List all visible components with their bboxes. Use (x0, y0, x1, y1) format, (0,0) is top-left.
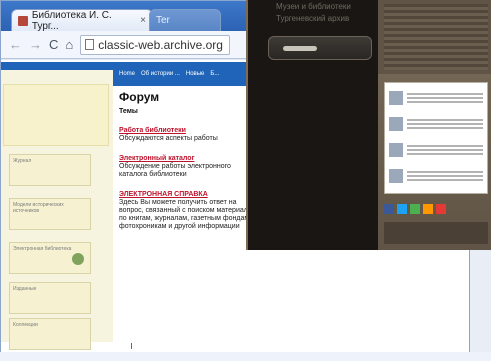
overlay-left: Музеи и библиотеки Тургеневский архив (248, 0, 378, 250)
social-lines (407, 93, 483, 103)
nav-item-1[interactable]: Об истории ... (141, 71, 180, 77)
bottom-strip (0, 352, 491, 361)
tab-inactive[interactable]: Ter (149, 9, 221, 31)
share-icons (384, 204, 446, 214)
nav-item-2[interactable]: Новые (186, 71, 205, 77)
topic-link[interactable]: Работа библиотеки (119, 127, 259, 135)
left-box-3[interactable]: Электронная библиотека (9, 242, 91, 274)
favicon-icon (18, 15, 28, 26)
tab-active-title: Библиотека И. С. Тург... (31, 9, 112, 32)
forum-topic: ЭЛЕКТРОННАЯ СПРАВКА Здесь Вы можете полу… (119, 191, 259, 231)
forum-subtitle: Темы (119, 108, 138, 115)
left-box-5[interactable]: Коллекции (9, 318, 91, 350)
desktop: Библиотека И. С. Тург... × Ter ← → C ⌂ c… (0, 0, 491, 361)
topic-desc: Обсуждение работы электронного каталога … (119, 163, 231, 178)
share-icon[interactable] (410, 204, 420, 214)
social-row[interactable] (389, 165, 483, 187)
social-lines (407, 145, 483, 155)
topic-desc: Обсуждаются аспекты работы (119, 135, 218, 142)
forum-title: Форум (119, 90, 160, 104)
forum-section: Форум Темы Работа библиотеки Обсуждаются… (119, 86, 259, 231)
topic-desc: Здесь Вы можете получить ответ на вопрос… (119, 199, 252, 230)
overlay-title-1: Музеи и библиотеки (276, 2, 351, 11)
divider (131, 343, 137, 349)
home-icon[interactable]: ⌂ (65, 37, 73, 52)
forward-icon[interactable]: → (29, 37, 42, 52)
left-box-2[interactable]: Модели исторических источников (9, 198, 91, 230)
tab-inactive-title: Ter (156, 15, 170, 26)
overlay-text-block (384, 4, 488, 70)
left-box-label: Журнал (13, 158, 32, 164)
avatar (389, 117, 403, 131)
left-box-label: Изданные (13, 286, 37, 292)
left-box-4[interactable]: Изданные (9, 282, 91, 314)
tab-active[interactable]: Библиотека И. С. Тург... × (11, 9, 153, 32)
social-widget (384, 82, 488, 194)
page-icon (85, 39, 95, 50)
social-row[interactable] (389, 87, 483, 109)
reload-icon[interactable]: C (49, 37, 58, 52)
left-box-1[interactable]: Журнал (9, 154, 91, 186)
twitter-icon[interactable] (397, 204, 407, 214)
left-panel: Журнал Модели исторических источников Эл… (1, 70, 113, 350)
left-box-label: Коллекции (13, 322, 38, 328)
mail-icon[interactable] (436, 204, 446, 214)
site-nav: Home Об истории ... Новые Б... (113, 62, 253, 86)
globe-icon (72, 253, 84, 265)
overlay-title-2: Тургеневский архив (276, 14, 350, 23)
social-row[interactable] (389, 113, 483, 135)
left-box-label: Электронная библиотека (13, 246, 72, 252)
social-lines (407, 171, 483, 181)
overlay-search[interactable] (268, 36, 372, 60)
avatar (389, 91, 403, 105)
topic-link[interactable]: ЭЛЕКТРОННАЯ СПРАВКА (119, 191, 259, 199)
search-knob (283, 46, 317, 51)
nav-item-0[interactable]: Home (119, 71, 135, 77)
rss-icon[interactable] (423, 204, 433, 214)
left-box-label: Модели исторических источников (13, 202, 64, 214)
overlay-header (378, 0, 491, 74)
avatar (389, 169, 403, 183)
avatar (389, 143, 403, 157)
facebook-icon[interactable] (384, 204, 394, 214)
address-bar[interactable]: classic-web.archive.org (80, 34, 231, 55)
topic-link[interactable]: Электронный каталог (119, 155, 259, 163)
back-icon[interactable]: ← (9, 37, 22, 52)
address-text: classic-web.archive.org (98, 37, 223, 52)
social-row[interactable] (389, 139, 483, 161)
overlay-right (378, 0, 491, 250)
overlay-window: Музеи и библиотеки Тургеневский архив (246, 0, 491, 250)
overlay-footer (384, 222, 488, 244)
nav-item-3[interactable]: Б... (210, 71, 219, 77)
forum-topic: Электронный каталог Обсуждение работы эл… (119, 155, 259, 179)
site-header-bar (1, 62, 113, 70)
social-lines (407, 119, 483, 129)
left-panel-top (3, 84, 109, 146)
forum-topic: Работа библиотеки Обсуждаются аспекты ра… (119, 127, 259, 143)
close-icon[interactable]: × (140, 15, 146, 26)
